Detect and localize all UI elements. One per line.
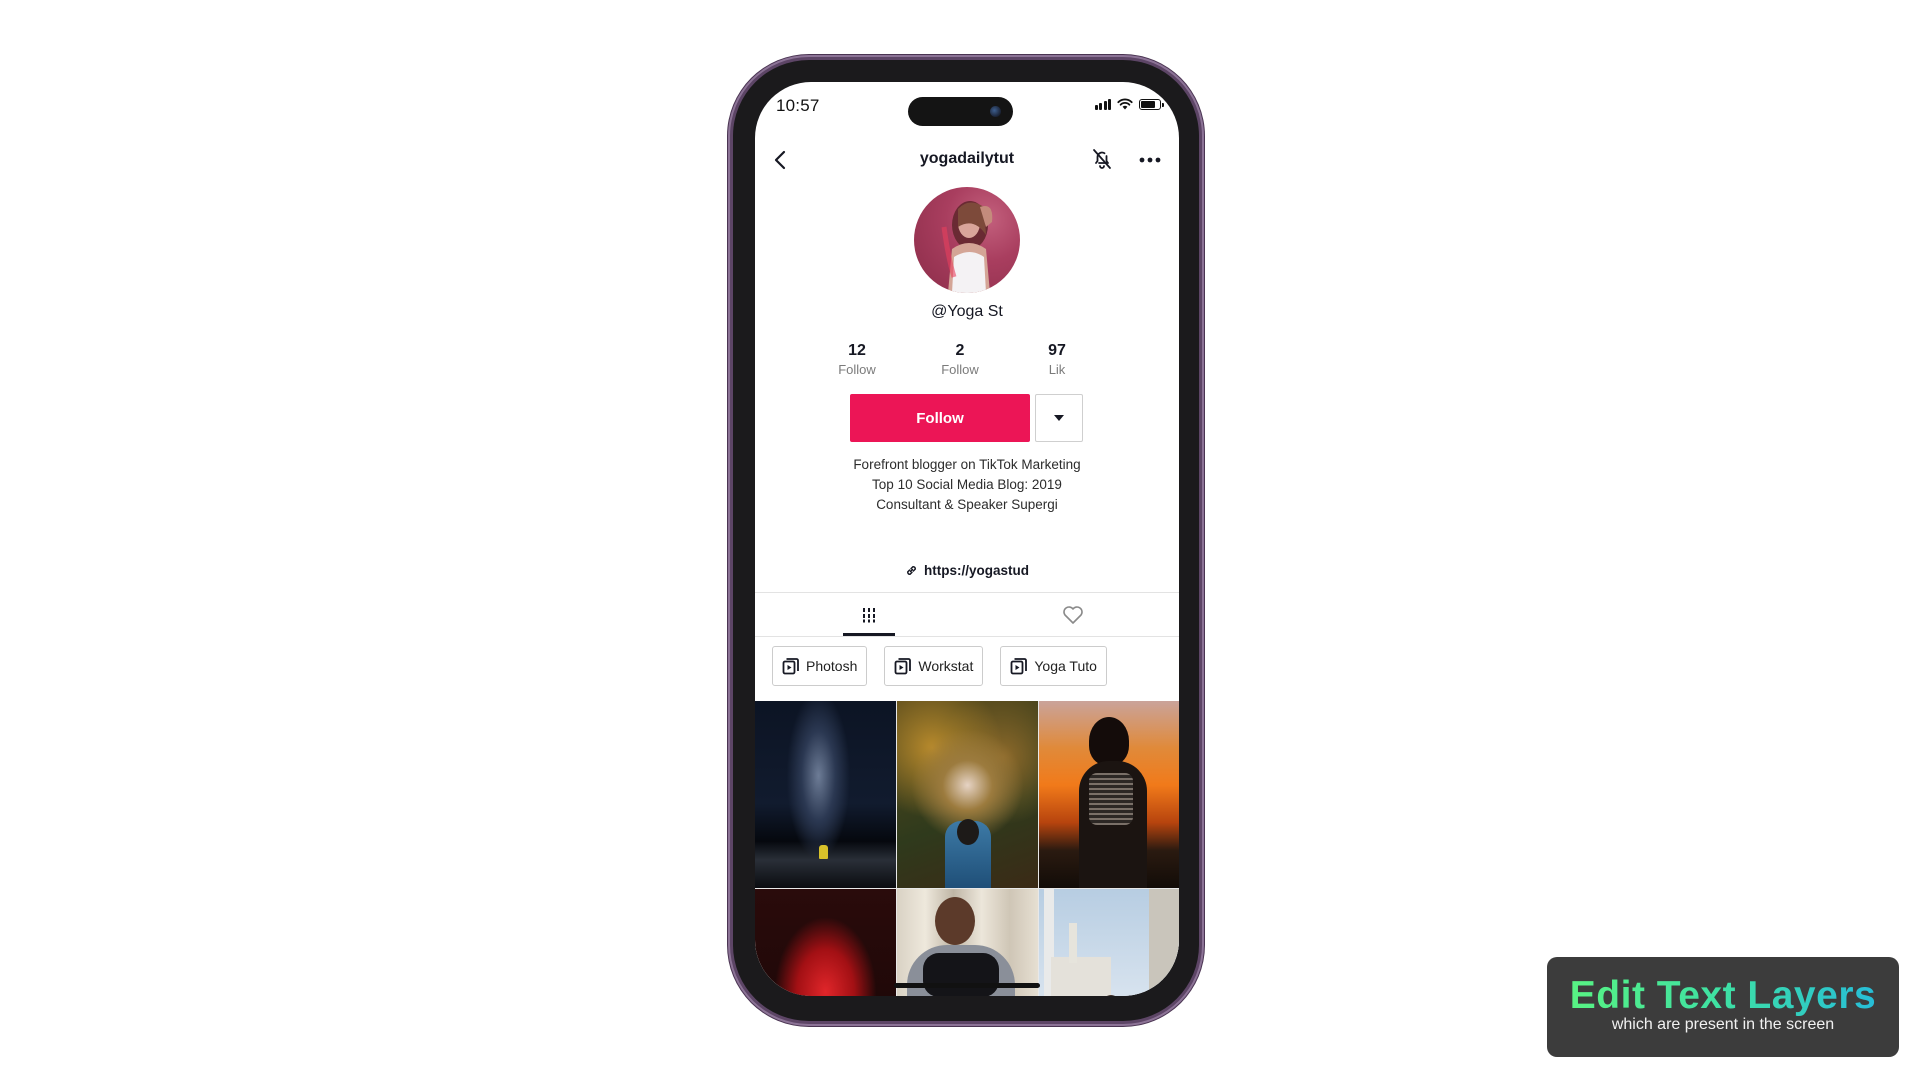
status-time: 10:57 bbox=[776, 96, 820, 115]
stat-followers[interactable]: 2 Follow bbox=[915, 342, 1005, 377]
stat-label: Follow bbox=[838, 362, 876, 377]
profile-link[interactable]: https://yogastud bbox=[755, 563, 1179, 578]
playlist-label: Photosh bbox=[806, 658, 858, 674]
video-grid bbox=[755, 701, 1179, 996]
profile-username: @Yoga St bbox=[931, 303, 1003, 320]
promo-card: Edit Text Layers which are present in th… bbox=[1547, 957, 1899, 1057]
page-title: yogadailytut bbox=[919, 150, 1015, 167]
power-button bbox=[1198, 305, 1205, 421]
bio-line: Consultant & Speaker Supergi bbox=[876, 497, 1058, 512]
playlist-chip[interactable]: Yoga Tuto bbox=[1000, 646, 1107, 686]
profile-stats: 12 Follow 2 Follow 97 Lik bbox=[755, 342, 1179, 382]
video-thumbnail[interactable] bbox=[1039, 701, 1179, 888]
avatar[interactable] bbox=[914, 187, 1020, 293]
video-thumbnail[interactable] bbox=[897, 701, 1038, 888]
playlist-icon bbox=[1010, 658, 1028, 675]
follow-button[interactable]: Follow bbox=[850, 394, 1030, 442]
video-thumbnail[interactable] bbox=[755, 889, 896, 996]
playlist-label: Yoga Tuto bbox=[1034, 658, 1097, 674]
avatar-image bbox=[941, 201, 993, 293]
bio-line: Forefront blogger on TikTok Marketing bbox=[853, 457, 1081, 472]
link-icon bbox=[907, 566, 916, 575]
video-thumbnail[interactable] bbox=[755, 701, 896, 888]
more-horizontal-icon[interactable] bbox=[1137, 147, 1163, 173]
stat-value: 2 bbox=[955, 342, 965, 359]
video-thumbnail[interactable] bbox=[897, 889, 1038, 996]
playlist-icon bbox=[782, 658, 799, 675]
wifi-icon bbox=[1117, 98, 1133, 110]
stat-label: Follow bbox=[941, 362, 979, 377]
bell-off-icon[interactable] bbox=[1089, 146, 1115, 172]
tab-liked[interactable] bbox=[967, 593, 1179, 636]
tab-videos[interactable] bbox=[763, 593, 975, 636]
stat-value: 12 bbox=[848, 342, 866, 359]
stat-following[interactable]: 12 Follow bbox=[812, 342, 902, 377]
home-indicator[interactable] bbox=[894, 983, 1040, 988]
grid-bars-icon bbox=[863, 607, 875, 622]
playlist-chip[interactable]: Photosh bbox=[772, 646, 868, 686]
divider bbox=[755, 636, 1179, 637]
profile-tabs bbox=[755, 593, 1179, 636]
playlist-chip[interactable]: Workstat bbox=[884, 646, 984, 686]
stat-value: 97 bbox=[1048, 342, 1066, 359]
promo-subtitle: which are present in the screen bbox=[1611, 1016, 1835, 1033]
phone-screen: 10:57 yogadailytut @Yoga St 12 Follow 2 … bbox=[755, 82, 1179, 996]
heart-icon bbox=[1063, 605, 1083, 624]
stat-label: Lik bbox=[1048, 362, 1066, 377]
caret-down-icon bbox=[1054, 414, 1064, 421]
bio-line: Top 10 Social Media Blog: 2019 bbox=[872, 477, 1062, 492]
video-thumbnail[interactable] bbox=[1039, 889, 1179, 996]
camera-icon bbox=[990, 106, 1001, 117]
phone-frame: 10:57 yogadailytut @Yoga St 12 Follow 2 … bbox=[733, 60, 1199, 1021]
cellular-signal-icon bbox=[1094, 98, 1111, 110]
profile-header: yogadailytut bbox=[755, 140, 1179, 180]
promo-title: Edit Text Layers bbox=[1547, 974, 1899, 1018]
playlist-icon bbox=[894, 658, 912, 675]
status-icons bbox=[1094, 98, 1164, 110]
dynamic-island bbox=[908, 97, 1013, 126]
battery-icon bbox=[1139, 98, 1164, 110]
suggested-accounts-button[interactable] bbox=[1035, 394, 1083, 442]
playlist-label: Workstat bbox=[918, 658, 974, 674]
link-text: https://yogastud bbox=[924, 563, 1029, 578]
playlist-chips: Photosh Workstat Yoga Tuto bbox=[772, 646, 1107, 686]
profile-bio: Forefront blogger on TikTok Marketing To… bbox=[755, 455, 1179, 515]
stat-likes[interactable]: 97 Lik bbox=[1012, 342, 1102, 377]
